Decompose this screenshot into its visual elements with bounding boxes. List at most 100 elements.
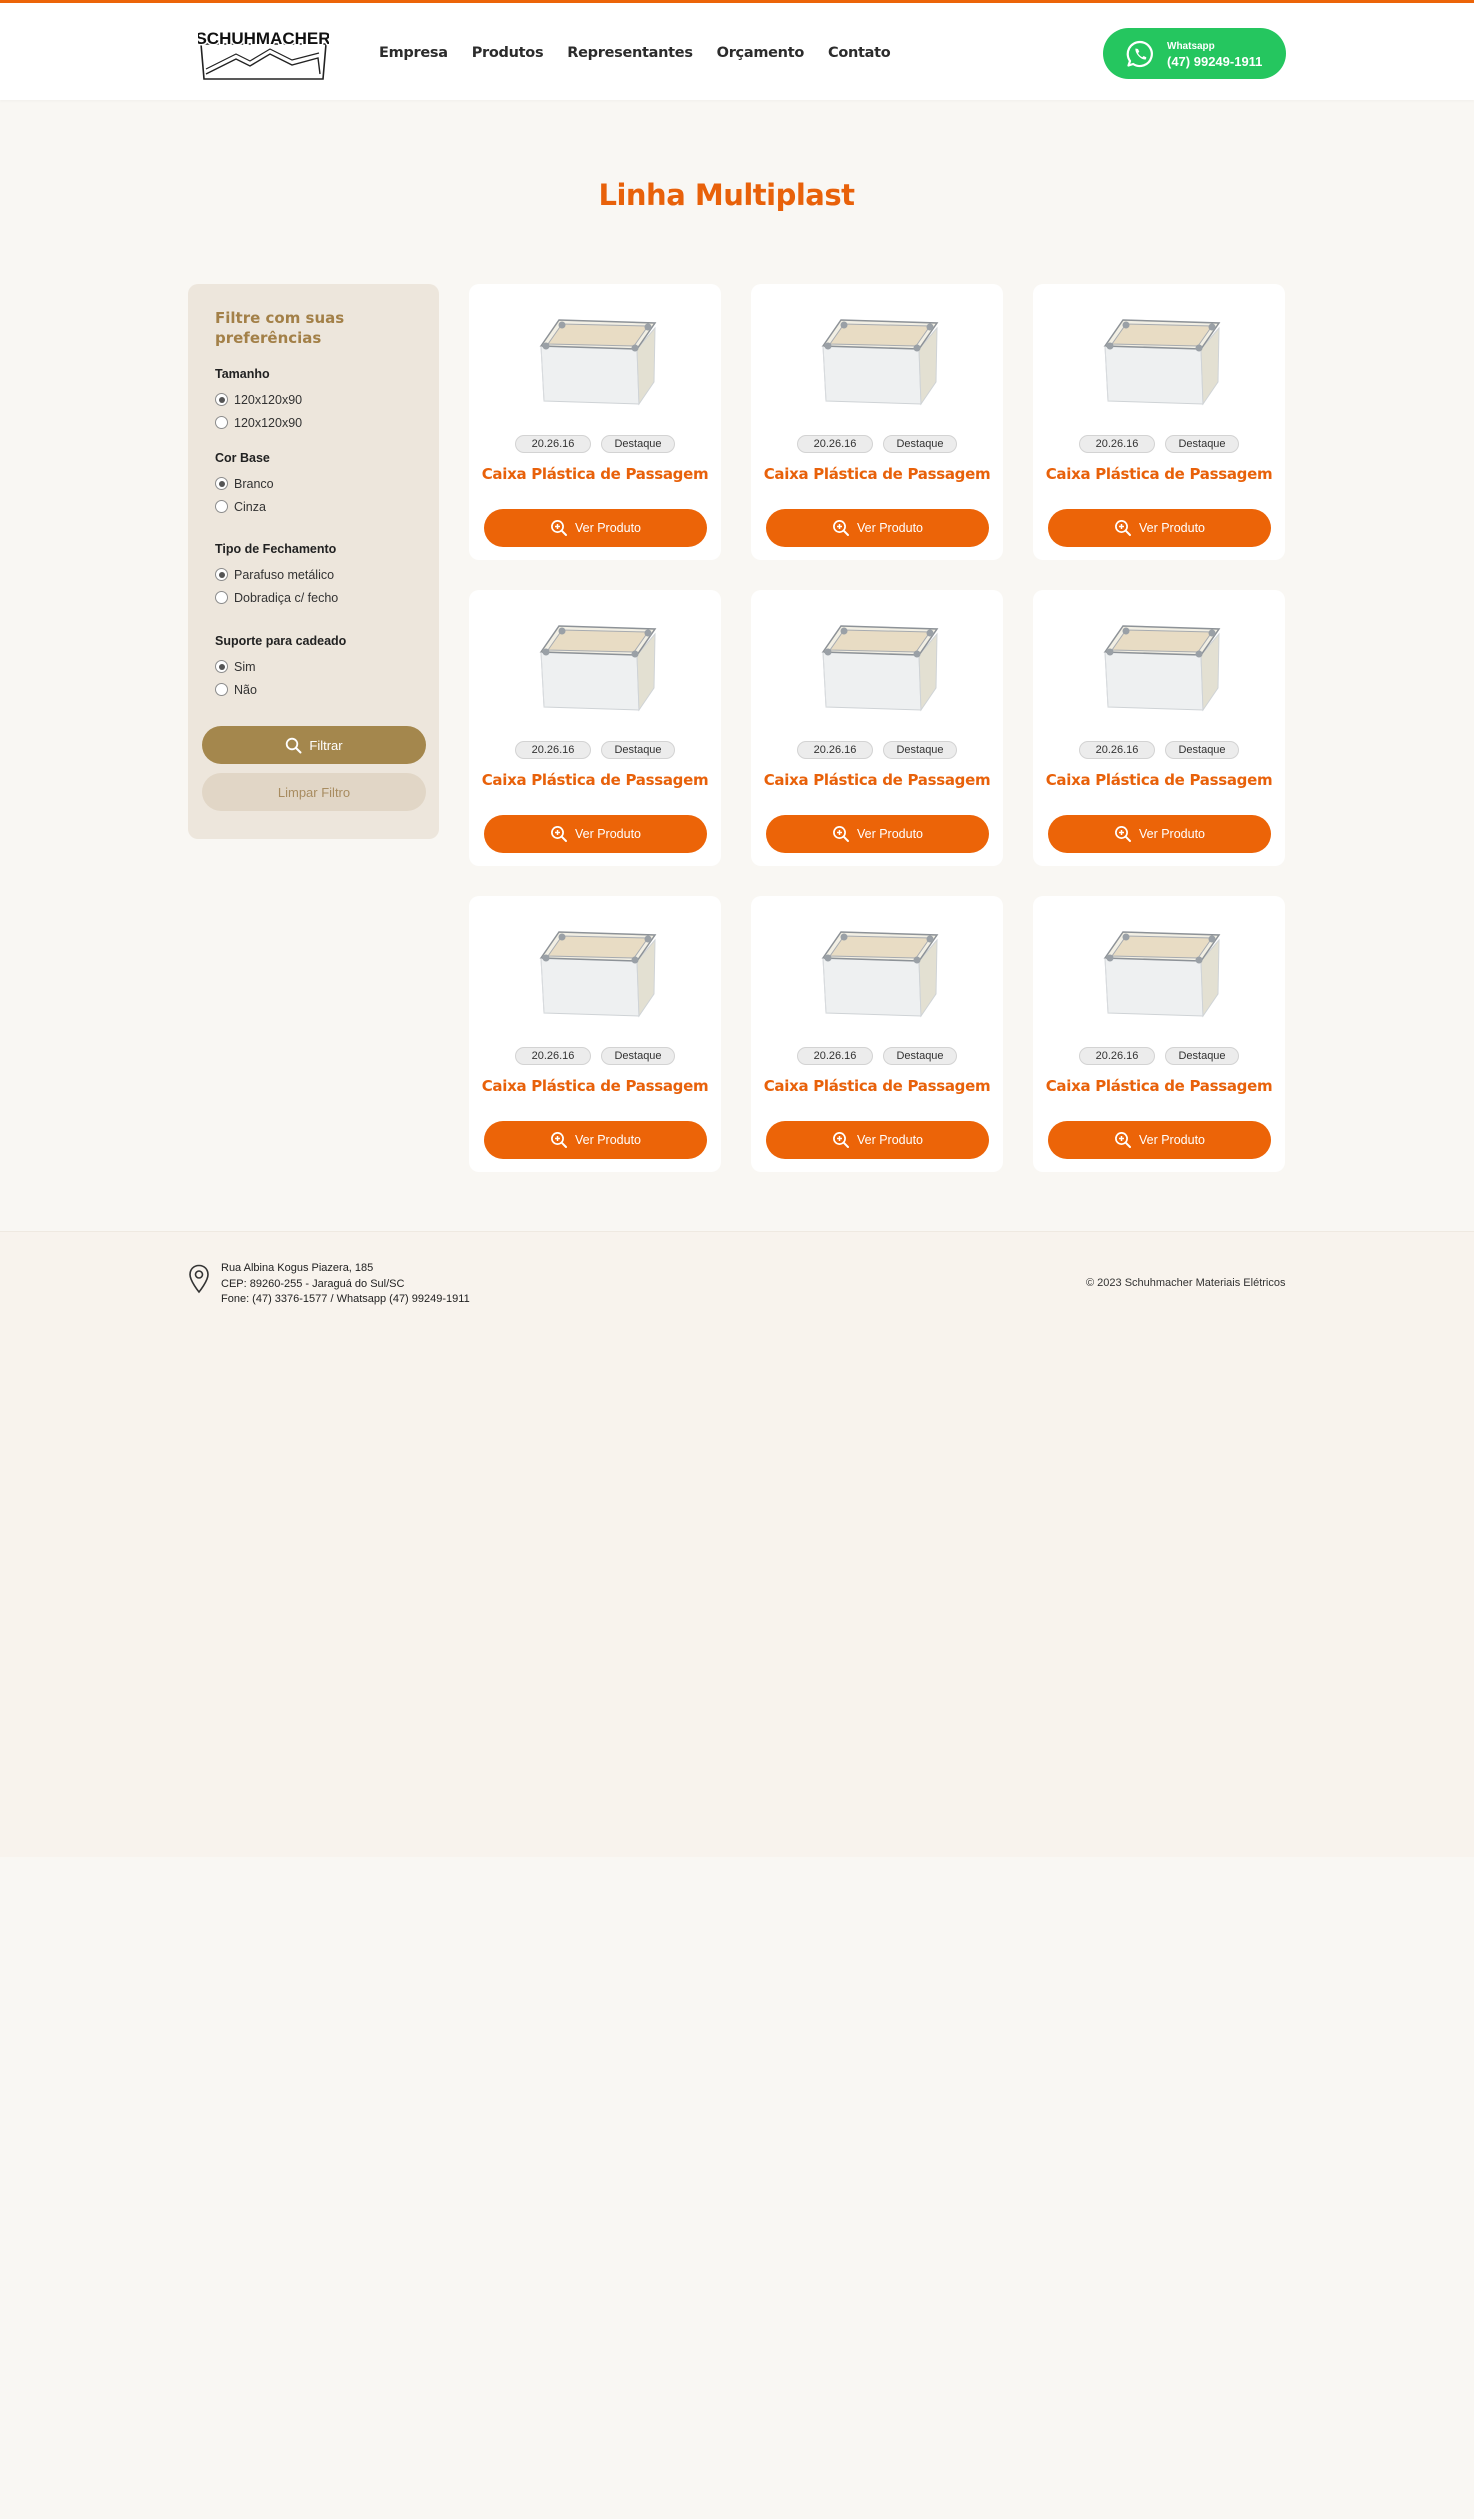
filter-option[interactable]: Cinza bbox=[215, 495, 430, 518]
zoom-in-icon bbox=[833, 826, 849, 842]
filter-group-title: Cor Base bbox=[215, 451, 270, 465]
nav-link-orcamento[interactable]: Orçamento bbox=[717, 45, 805, 61]
whatsapp-button[interactable]: Whatsapp (47) 99249-1911 bbox=[1103, 28, 1286, 79]
nav-link-produtos[interactable]: Produtos bbox=[472, 45, 544, 61]
product-card[interactable]: 20.26.16 Destaque Caixa Plástica de Pass… bbox=[1033, 590, 1285, 866]
featured-tag: Destaque bbox=[1165, 741, 1239, 759]
product-code-tag: 20.26.16 bbox=[515, 741, 591, 759]
product-tags: 20.26.16 Destaque bbox=[1033, 741, 1285, 759]
view-product-label: Ver Produto bbox=[1138, 1133, 1205, 1147]
filter-option[interactable]: Dobradiça c/ fecho bbox=[215, 586, 430, 609]
filter-option[interactable]: 120x120x90 bbox=[215, 388, 430, 411]
nav-link-contato[interactable]: Contato bbox=[828, 45, 891, 61]
view-product-button[interactable]: Ver Produto bbox=[766, 815, 989, 853]
product-card[interactable]: 20.26.16 Destaque Caixa Plástica de Pass… bbox=[751, 590, 1003, 866]
featured-tag: Destaque bbox=[1165, 1047, 1239, 1065]
product-image[interactable] bbox=[809, 608, 945, 716]
nav-link-empresa[interactable]: Empresa bbox=[379, 45, 448, 61]
product-image[interactable] bbox=[809, 914, 945, 1022]
product-tags: 20.26.16 Destaque bbox=[751, 435, 1003, 453]
zoom-in-icon bbox=[551, 520, 567, 536]
filter-option-label: Parafuso metálico bbox=[234, 567, 335, 582]
product-title[interactable]: Caixa Plástica de Passagem bbox=[479, 1078, 711, 1095]
schuhmacher-logo[interactable]: SCHUHMACHER bbox=[198, 28, 329, 83]
filter-option[interactable]: 120x120x90 bbox=[215, 411, 430, 434]
product-image[interactable] bbox=[1091, 914, 1227, 1022]
radio-unchecked[interactable] bbox=[215, 416, 228, 429]
radio-unchecked[interactable] bbox=[215, 683, 228, 696]
product-title[interactable]: Caixa Plástica de Passagem bbox=[479, 772, 711, 789]
filter-button[interactable]: Filtrar bbox=[202, 726, 426, 764]
zoom-in-icon bbox=[1115, 826, 1131, 842]
product-card[interactable]: 20.26.16 Destaque Caixa Plástica de Pass… bbox=[1033, 284, 1285, 560]
view-product-button[interactable]: Ver Produto bbox=[766, 509, 989, 547]
view-product-label: Ver Produto bbox=[574, 1133, 641, 1147]
product-card[interactable]: 20.26.16 Destaque Caixa Plástica de Pass… bbox=[751, 896, 1003, 1172]
featured-tag: Destaque bbox=[601, 741, 675, 759]
featured-tag: Destaque bbox=[1165, 435, 1239, 453]
main-nav: Empresa Produtos Representantes Orçament… bbox=[379, 45, 914, 61]
product-image[interactable] bbox=[527, 608, 663, 716]
nav-link-representantes[interactable]: Representantes bbox=[567, 45, 693, 61]
zoom-in-icon bbox=[551, 1132, 567, 1148]
view-product-button[interactable]: Ver Produto bbox=[484, 1121, 707, 1159]
filter-option[interactable]: Branco bbox=[215, 472, 430, 495]
product-image[interactable] bbox=[809, 302, 945, 410]
product-title[interactable]: Caixa Plástica de Passagem bbox=[761, 772, 993, 789]
whatsapp-number: (47) 99249-1911 bbox=[1167, 54, 1263, 69]
site-header: SCHUHMACHER Empresa Produtos Representan… bbox=[0, 0, 1474, 100]
view-product-label: Ver Produto bbox=[856, 521, 923, 535]
view-product-button[interactable]: Ver Produto bbox=[484, 815, 707, 853]
site-footer: Rua Albina Kogus Piazera, 185 CEP: 89260… bbox=[0, 1231, 1474, 1857]
product-code-tag: 20.26.16 bbox=[797, 741, 873, 759]
radio-unchecked[interactable] bbox=[215, 591, 228, 604]
filter-title: Filtre com suas preferências bbox=[215, 309, 345, 347]
product-card[interactable]: 20.26.16 Destaque Caixa Plástica de Pass… bbox=[469, 590, 721, 866]
zoom-in-icon bbox=[1115, 520, 1131, 536]
featured-tag: Destaque bbox=[601, 1047, 675, 1065]
zoom-in-icon bbox=[833, 520, 849, 536]
filter-option[interactable]: Não bbox=[215, 678, 430, 701]
product-tags: 20.26.16 Destaque bbox=[469, 741, 721, 759]
view-product-button[interactable]: Ver Produto bbox=[1048, 1121, 1271, 1159]
product-card[interactable]: 20.26.16 Destaque Caixa Plástica de Pass… bbox=[1033, 896, 1285, 1172]
product-image[interactable] bbox=[527, 914, 663, 1022]
product-card[interactable]: 20.26.16 Destaque Caixa Plástica de Pass… bbox=[469, 284, 721, 560]
radio-checked[interactable] bbox=[215, 393, 228, 406]
radio-unchecked[interactable] bbox=[215, 500, 228, 513]
clear-filter-button[interactable]: Limpar Filtro bbox=[202, 773, 426, 811]
filter-group-title: Suporte para cadeado bbox=[215, 634, 347, 648]
view-product-button[interactable]: Ver Produto bbox=[766, 1121, 989, 1159]
product-tags: 20.26.16 Destaque bbox=[469, 435, 721, 453]
radio-checked[interactable] bbox=[215, 477, 228, 490]
product-code-tag: 20.26.16 bbox=[1079, 1047, 1155, 1065]
product-image[interactable] bbox=[527, 302, 663, 410]
product-card[interactable]: 20.26.16 Destaque Caixa Plástica de Pass… bbox=[469, 896, 721, 1172]
product-title[interactable]: Caixa Plástica de Passagem bbox=[761, 1078, 993, 1095]
page-title: Linha Multiplast bbox=[598, 178, 855, 212]
radio-checked[interactable] bbox=[215, 568, 228, 581]
product-code-tag: 20.26.16 bbox=[1079, 435, 1155, 453]
view-product-button[interactable]: Ver Produto bbox=[1048, 509, 1271, 547]
filter-option[interactable]: Sim bbox=[215, 655, 430, 678]
product-image[interactable] bbox=[1091, 608, 1227, 716]
product-image[interactable] bbox=[1091, 302, 1227, 410]
filter-group-fechamento: Tipo de Fechamento Parafuso metálico Dob… bbox=[215, 542, 430, 609]
filter-option[interactable]: Parafuso metálico bbox=[215, 563, 430, 586]
filter-group-title: Tamanho bbox=[215, 367, 270, 381]
product-title[interactable]: Caixa Plástica de Passagem bbox=[1043, 772, 1275, 789]
filter-option-label: Não bbox=[234, 682, 257, 697]
product-card[interactable]: 20.26.16 Destaque Caixa Plástica de Pass… bbox=[751, 284, 1003, 560]
product-title[interactable]: Caixa Plástica de Passagem bbox=[761, 466, 993, 483]
view-product-label: Ver Produto bbox=[1138, 827, 1205, 841]
view-product-button[interactable]: Ver Produto bbox=[484, 509, 707, 547]
product-title[interactable]: Caixa Plástica de Passagem bbox=[1043, 1078, 1275, 1095]
product-title[interactable]: Caixa Plástica de Passagem bbox=[479, 466, 711, 483]
product-title[interactable]: Caixa Plástica de Passagem bbox=[1043, 466, 1275, 483]
radio-checked[interactable] bbox=[215, 660, 228, 673]
filter-option-label: Cinza bbox=[234, 499, 266, 514]
footer-address-cep: CEP: 89260-255 - Jaraguá do Sul/SC bbox=[221, 1277, 405, 1290]
featured-tag: Destaque bbox=[883, 1047, 957, 1065]
filter-option-label: Dobradiça c/ fecho bbox=[234, 590, 339, 605]
view-product-button[interactable]: Ver Produto bbox=[1048, 815, 1271, 853]
